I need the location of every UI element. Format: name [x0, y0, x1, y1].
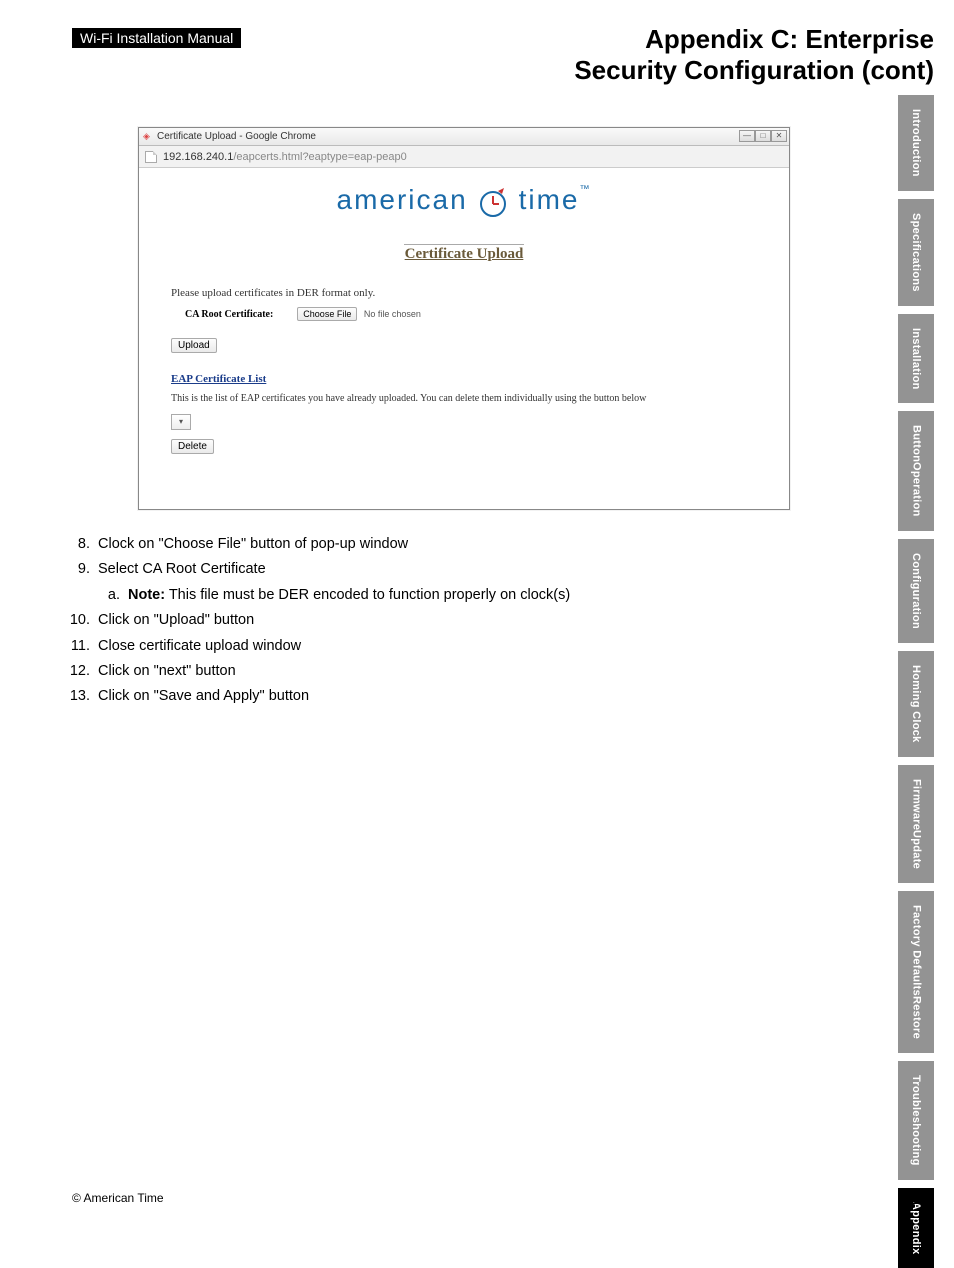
upload-instruction: Please upload certificates in DER format… [171, 287, 771, 299]
step-item: 9.Select CA Root Certificate [68, 557, 828, 582]
step-number: 10. [68, 608, 98, 633]
step-text: Click on "Upload" button [98, 608, 254, 633]
minimize-icon[interactable]: — [739, 130, 755, 142]
url-path: /eapcerts.html?eaptype=eap-peap0 [233, 151, 406, 163]
side-tab[interactable]: Factory DefaultsRestore [898, 891, 934, 1053]
page-icon [145, 151, 157, 163]
side-tab[interactable]: Troubleshooting [898, 1061, 934, 1180]
step-item: 10.Click on "Upload" button [68, 608, 828, 633]
favicon-icon [143, 132, 153, 142]
side-tab[interactable]: Introduction [898, 95, 934, 191]
ca-root-label: CA Root Certificate: [185, 309, 273, 320]
url-host: 192.168.240.1 [163, 151, 233, 163]
step-number: 8. [68, 532, 98, 557]
side-tab[interactable]: Configuration [898, 539, 934, 643]
title-line1: Appendix C: Enterprise [645, 24, 934, 54]
step-item: 12.Click on "next" button [68, 659, 828, 684]
manual-badge: Wi-Fi Installation Manual [72, 28, 241, 48]
window-title-bar: Certificate Upload - Google Chrome — □ ✕ [139, 128, 789, 146]
logo: american time™ [157, 184, 771, 224]
browser-window: Certificate Upload - Google Chrome — □ ✕… [138, 127, 790, 510]
cert-upload-heading: Certificate Upload [404, 244, 524, 263]
close-icon[interactable]: ✕ [771, 130, 787, 142]
delete-button[interactable]: Delete [171, 439, 214, 454]
logo-right: time [519, 184, 580, 215]
step-item: 8.Clock on "Choose File" button of pop-u… [68, 532, 828, 557]
page-title: Appendix C: Enterprise Security Configur… [574, 24, 934, 86]
side-tab[interactable]: ButtonOperation [898, 411, 934, 531]
side-tab[interactable]: FirmwareUpdate [898, 765, 934, 883]
choose-file-button[interactable]: Choose File [297, 307, 357, 321]
page-number: 23 [909, 1189, 928, 1209]
eap-cert-list-heading: EAP Certificate List [171, 373, 771, 385]
page-body: american time™ Certificate Upload Please… [139, 168, 789, 509]
logo-tm: ™ [579, 184, 591, 195]
step-item: 13.Click on "Save and Apply" button [68, 684, 828, 709]
step-text: Click on "next" button [98, 659, 236, 684]
cert-dropdown[interactable]: ▾ [171, 414, 191, 430]
upload-button[interactable]: Upload [171, 338, 217, 353]
step-number: 12. [68, 659, 98, 684]
step-text: Clock on "Choose File" button of pop-up … [98, 532, 408, 557]
step-text: Select CA Root Certificate [98, 557, 266, 582]
window-title: Certificate Upload - Google Chrome [157, 131, 316, 142]
step-number: a. [98, 583, 128, 608]
eap-cert-list-text: This is the list of EAP certificates you… [171, 393, 771, 404]
title-line2: Security Configuration (cont) [574, 55, 934, 86]
step-text: Click on "Save and Apply" button [98, 684, 309, 709]
side-tab[interactable]: Specifications [898, 199, 934, 306]
file-chosen-status: No file chosen [364, 309, 421, 319]
copyright: © American Time [72, 1191, 164, 1205]
step-list: 8.Clock on "Choose File" button of pop-u… [68, 532, 828, 710]
step-text: Close certificate upload window [98, 634, 301, 659]
maximize-icon[interactable]: □ [755, 130, 771, 142]
clock-icon [476, 185, 510, 224]
address-bar[interactable]: 192.168.240.1/eapcerts.html?eaptype=eap-… [139, 146, 789, 168]
step-item: a.Note: This file must be DER encoded to… [98, 583, 828, 608]
window-controls: — □ ✕ [739, 130, 787, 142]
side-tabs: Introduction Specifications Installation Bu… [898, 95, 934, 1268]
step-number: 13. [68, 684, 98, 709]
step-number: 9. [68, 557, 98, 582]
step-item: 11.Close certificate upload window [68, 634, 828, 659]
ca-root-row: CA Root Certificate: Choose File No file… [185, 307, 771, 321]
logo-left: american [337, 184, 468, 215]
step-text: Note: This file must be DER encoded to f… [128, 583, 570, 608]
step-number: 11. [68, 634, 98, 659]
side-tab[interactable]: Installation [898, 314, 934, 404]
side-tab[interactable]: Homing Clock [898, 651, 934, 757]
